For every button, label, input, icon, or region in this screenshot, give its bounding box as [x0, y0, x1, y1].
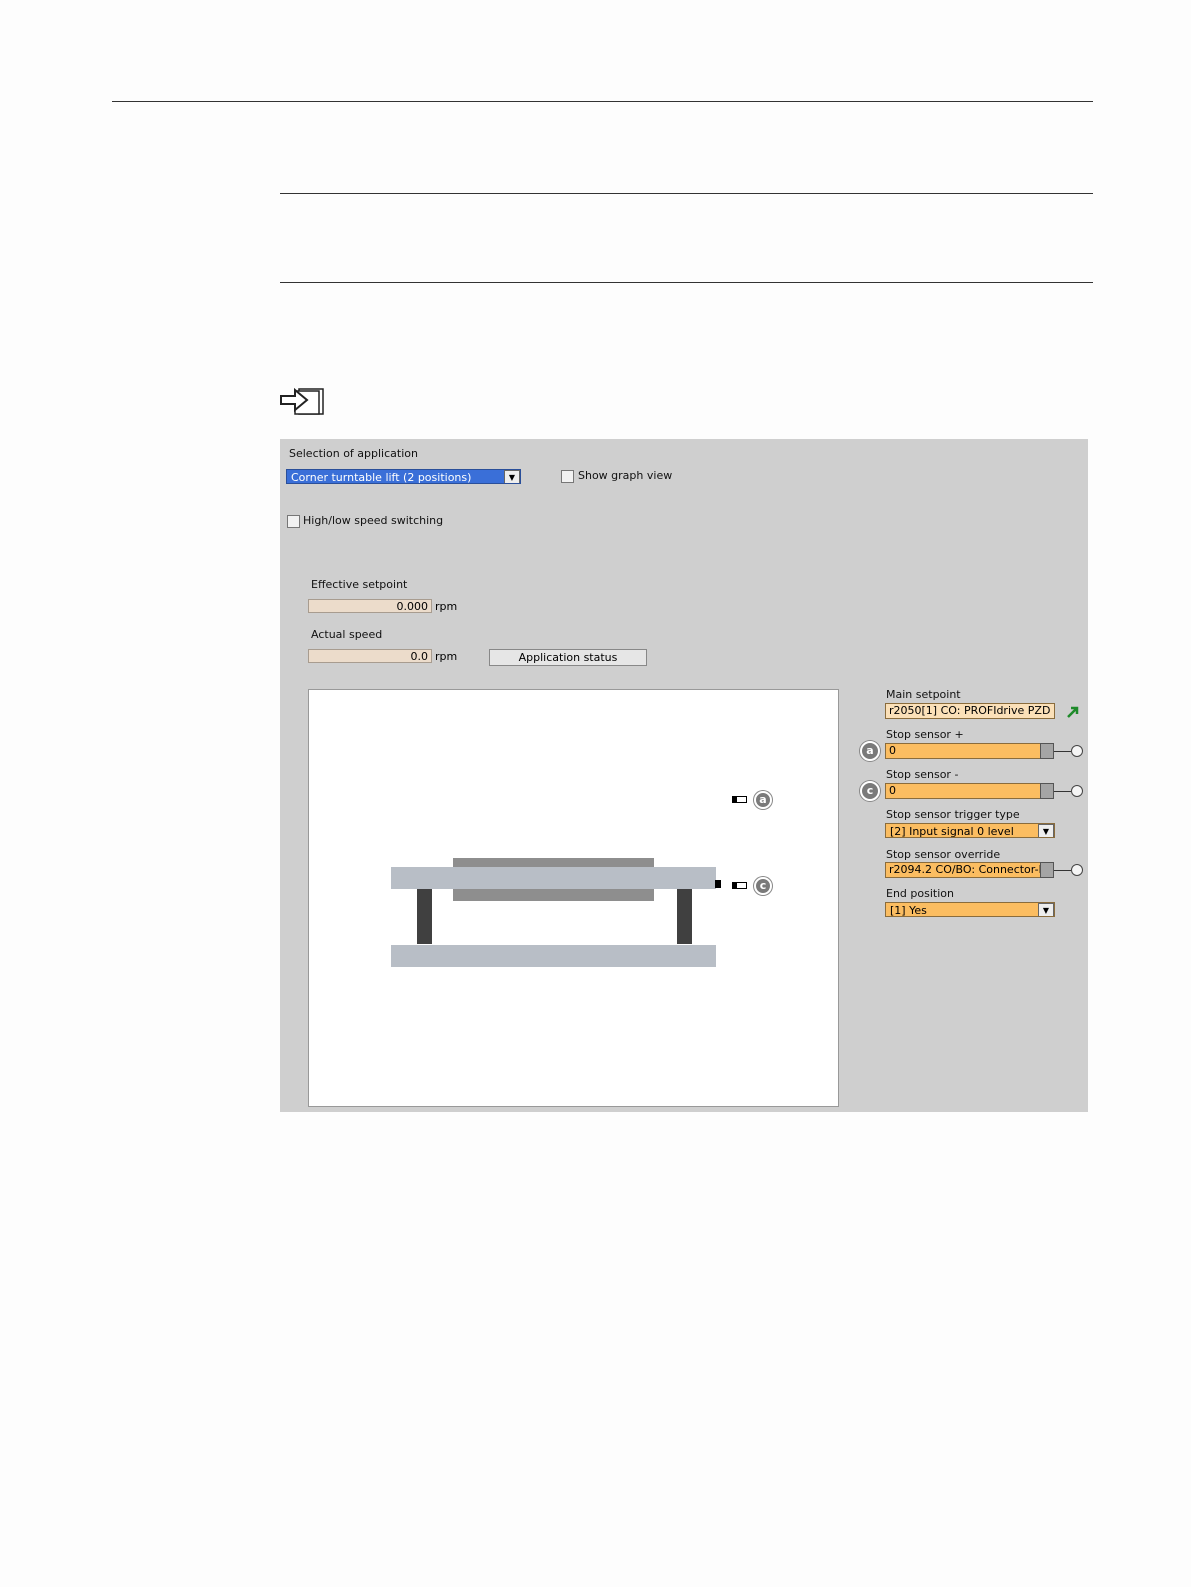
section-rule-bottom	[280, 282, 1093, 283]
header-rule	[112, 101, 1093, 102]
highlow-checkbox[interactable]	[287, 515, 300, 528]
stop-minus-field[interactable]: 0	[885, 783, 1041, 799]
application-select[interactable]: Corner turntable lift (2 positions) ▼	[286, 469, 521, 484]
end-position-select[interactable]: [1] Yes ▼	[885, 902, 1055, 917]
sensor-a-icon	[732, 796, 747, 803]
lift-table	[391, 867, 716, 889]
trigger-type-value: [2] Input signal 0 level	[890, 825, 1014, 838]
lift-leg-left	[417, 889, 432, 944]
stop-plus-marker: a	[860, 741, 880, 761]
main-setpoint-label: Main setpoint	[886, 688, 961, 701]
section-rule-top	[280, 193, 1093, 194]
main-setpoint-field[interactable]: r2050[1] CO: PROFIdrive PZD rec	[885, 703, 1055, 719]
trigger-type-label: Stop sensor trigger type	[886, 808, 1020, 821]
end-position-label: End position	[886, 887, 954, 900]
actual-speed-readout: 0.0	[308, 649, 432, 663]
stop-minus-select-button[interactable]	[1040, 783, 1054, 799]
stop-plus-connector	[1054, 751, 1071, 752]
stop-plus-port[interactable]	[1071, 745, 1083, 757]
override-select-button[interactable]	[1040, 862, 1054, 878]
stop-minus-marker: c	[860, 781, 880, 801]
link-arrow-icon[interactable]	[1066, 705, 1080, 719]
lift-sensor-tab	[715, 880, 721, 888]
stop-minus-connector	[1054, 791, 1071, 792]
actual-speed-unit: rpm	[435, 650, 458, 663]
highlow-label: High/low speed switching	[303, 514, 444, 527]
sensor-c-icon	[732, 882, 747, 889]
chevron-down-icon[interactable]: ▼	[1038, 903, 1054, 916]
chevron-down-icon[interactable]: ▼	[504, 470, 520, 483]
show-graph-label: Show graph view	[578, 469, 673, 482]
actual-speed-label: Actual speed	[311, 628, 383, 641]
effective-setpoint-label: Effective setpoint	[311, 578, 408, 591]
override-port[interactable]	[1071, 864, 1083, 876]
stop-minus-label: Stop sensor -	[886, 768, 959, 781]
sensor-c-marker: c	[754, 877, 772, 895]
effective-setpoint-unit: rpm	[435, 600, 458, 613]
effective-setpoint-readout: 0.000	[308, 599, 432, 613]
override-connector	[1054, 870, 1071, 871]
stop-plus-field[interactable]: 0	[885, 743, 1041, 759]
chevron-down-icon[interactable]: ▼	[1038, 824, 1054, 837]
application-status-button[interactable]: Application status	[489, 649, 647, 666]
override-field[interactable]: r2094.2 CO/BO: Connector-bi	[885, 862, 1041, 878]
lift-diagram: a c	[308, 689, 839, 1107]
sensor-a-marker: a	[754, 791, 772, 809]
stop-minus-port[interactable]	[1071, 785, 1083, 797]
stop-plus-label: Stop sensor +	[886, 728, 964, 741]
stop-plus-select-button[interactable]	[1040, 743, 1054, 759]
procedure-arrow-icon	[280, 387, 324, 415]
lift-leg-right	[677, 889, 692, 944]
lift-base	[391, 945, 716, 967]
show-graph-checkbox[interactable]	[561, 470, 574, 483]
trigger-type-select[interactable]: [2] Input signal 0 level ▼	[885, 823, 1055, 838]
application-select-value: Corner turntable lift (2 positions)	[291, 471, 472, 484]
selection-label: Selection of application	[289, 447, 418, 460]
override-label: Stop sensor override	[886, 848, 1001, 861]
end-position-value: [1] Yes	[890, 904, 927, 917]
